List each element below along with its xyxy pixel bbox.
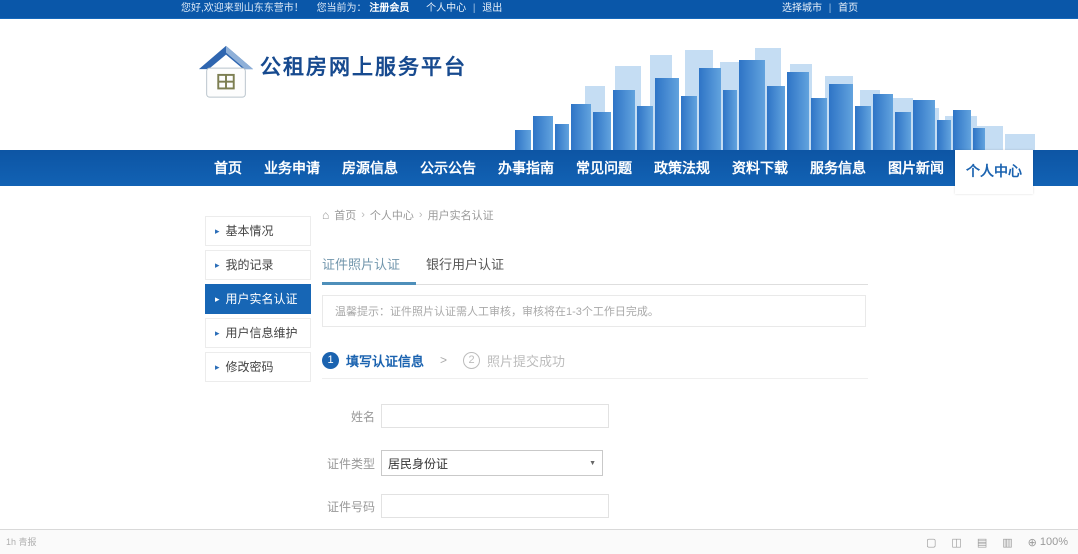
- sidebar-item-label: 我的记录: [226, 250, 274, 280]
- notice-banner: 温馨提示：证件照片认证需人工审核，审核将在1-3个工作日完成。: [322, 295, 866, 327]
- member-type-badge: 注册会员: [369, 3, 409, 14]
- tab-id-photo-auth[interactable]: 证件照片认证: [322, 250, 400, 284]
- nav-item-photo-news[interactable]: 图片新闻: [877, 150, 955, 186]
- site-title: 公租房网上服务平台: [260, 51, 467, 81]
- sidebar-item-my-records[interactable]: ▸ 我的记录: [205, 250, 311, 280]
- sidebar-item-label: 用户实名认证: [226, 284, 298, 314]
- welcome-text: 您好,欢迎来到山东东营市！: [181, 3, 304, 14]
- site-logo house-icon[interactable]: [197, 43, 255, 101]
- step-photo-submitted: 2 照片提交成功: [463, 351, 565, 370]
- triangle-right-icon: ▸: [215, 250, 220, 280]
- browser-status-bar: 1h 青报 ▢ ◫ ▤ ▥ ⊕ 100%: [0, 529, 1078, 554]
- name-input[interactable]: [381, 404, 609, 428]
- site-header: 公租房网上服务平台: [0, 19, 1078, 150]
- sidebar-item-label: 基本情况: [226, 216, 274, 246]
- shield-icon[interactable]: ▤: [977, 536, 987, 549]
- nav-item-home[interactable]: 首页: [203, 150, 253, 186]
- sidebar-item-label: 修改密码: [226, 352, 274, 382]
- triangle-right-icon: ▸: [215, 318, 220, 348]
- sidebar-item-label: 用户信息维护: [226, 318, 298, 348]
- breadcrumb: ⌂ 首页 › 个人中心 › 用户实名认证: [322, 207, 494, 223]
- step-indicator: 1 填写认证信息 > 2 照片提交成功: [322, 342, 868, 379]
- city-select-link[interactable]: 选择城市: [782, 3, 822, 14]
- sidebar-item-change-password[interactable]: ▸ 修改密码: [205, 352, 311, 382]
- home-icon: ⌂: [322, 208, 329, 222]
- main-nav: 首页 业务申请 房源信息 公示公告 办事指南 常见问题 政策法规 资料下载 服务…: [0, 150, 1078, 186]
- browser-page: 您好,欢迎来到山东东营市！ 您当前为： 注册会员 个人中心 | 退出 选择城市 …: [0, 0, 1078, 554]
- breadcrumb-realname-auth[interactable]: 用户实名认证: [428, 207, 494, 223]
- current-role-label: 您当前为：: [317, 3, 367, 14]
- step-fill-auth-info: 1 填写认证信息: [322, 351, 424, 370]
- id-type-field-row: 证件类型 居民身份证 ▼: [322, 450, 868, 476]
- id-type-selected-value: 居民身份证: [388, 455, 448, 472]
- top-welcome-bar: 您好,欢迎来到山东东营市！ 您当前为： 注册会员 个人中心 | 退出 选择城市 …: [0, 0, 1078, 19]
- auth-tabs: 证件照片认证 银行用户认证: [322, 250, 868, 285]
- nav-item-faq[interactable]: 常见问题: [565, 150, 643, 186]
- zoom-level-text: 100%: [1040, 536, 1068, 548]
- step-number-badge: 1: [322, 352, 339, 369]
- id-type-select[interactable]: 居民身份证 ▼: [381, 450, 603, 476]
- page-icon[interactable]: ▢: [926, 536, 936, 549]
- nav-item-business-apply[interactable]: 业务申请: [253, 150, 331, 186]
- name-field-row: 姓名: [322, 403, 868, 429]
- breadcrumb-separator: ›: [419, 209, 423, 221]
- sidebar-item-realname-auth[interactable]: ▸ 用户实名认证: [205, 284, 311, 314]
- id-number-label: 证件号码: [322, 498, 375, 515]
- breadcrumb-home[interactable]: 首页: [334, 207, 356, 223]
- tab-bank-user-auth[interactable]: 银行用户认证: [426, 250, 504, 284]
- city-skyline-graphic: [515, 36, 1071, 150]
- active-tab-underline: [322, 282, 416, 285]
- nav-item-downloads[interactable]: 资料下载: [721, 150, 799, 186]
- topbar-divider-right: |: [829, 3, 832, 14]
- monitor-icon[interactable]: ▥: [1002, 536, 1012, 549]
- nav-item-service-info[interactable]: 服务信息: [799, 150, 877, 186]
- triangle-right-icon: ▸: [215, 216, 220, 246]
- topbar-divider: |: [473, 3, 476, 14]
- sidebar-item-user-info-maintain[interactable]: ▸ 用户信息维护: [205, 318, 311, 348]
- step-number-badge: 2: [463, 352, 480, 369]
- topbar-home-link[interactable]: 首页: [838, 3, 858, 14]
- nav-item-policy[interactable]: 政策法规: [643, 150, 721, 186]
- personal-center-sidebar: ▸ 基本情况 ▸ 我的记录 ▸ 用户实名认证 ▸ 用户信息维护 ▸ 修改密码: [205, 216, 311, 386]
- name-label: 姓名: [322, 408, 375, 425]
- id-number-input[interactable]: [381, 494, 609, 518]
- breadcrumb-personal-center[interactable]: 个人中心: [370, 207, 414, 223]
- status-text: 1h 青报: [6, 535, 37, 548]
- nav-item-public-notice[interactable]: 公示公告: [409, 150, 487, 186]
- network-icon[interactable]: ◫: [951, 536, 961, 549]
- zoom-icon: ⊕: [1028, 536, 1037, 549]
- triangle-right-icon: ▸: [215, 352, 220, 382]
- triangle-right-icon: ▸: [215, 284, 220, 314]
- logout-link[interactable]: 退出: [482, 3, 502, 14]
- id-number-field-row: 证件号码: [322, 493, 868, 519]
- main-content: ⌂ 首页 › 个人中心 › 用户实名认证 证件照片认证 银行用户认证 温馨提示：…: [322, 205, 868, 529]
- step-separator: >: [440, 353, 447, 367]
- sidebar-item-basic-info[interactable]: ▸ 基本情况: [205, 216, 311, 246]
- id-type-label: 证件类型: [322, 455, 375, 472]
- nav-item-personal-center[interactable]: 个人中心: [955, 150, 1033, 194]
- nav-item-housing-info[interactable]: 房源信息: [331, 150, 409, 186]
- nav-item-guide[interactable]: 办事指南: [487, 150, 565, 186]
- chevron-down-icon: ▼: [589, 460, 596, 467]
- breadcrumb-separator: ›: [361, 209, 365, 221]
- topbar-personal-center-link[interactable]: 个人中心: [426, 3, 466, 14]
- browser-zoom-control[interactable]: ⊕ 100%: [1028, 536, 1068, 549]
